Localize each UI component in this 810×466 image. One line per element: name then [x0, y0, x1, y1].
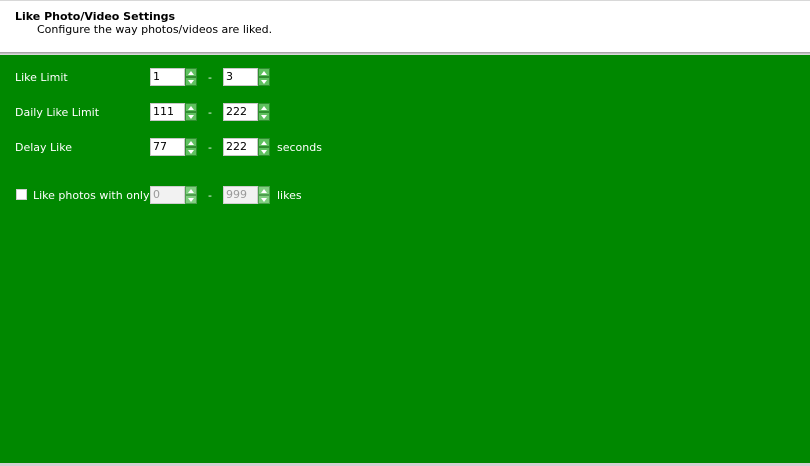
page-subtitle: Configure the way photos/videos are like…: [37, 23, 273, 36]
delay-like-unit: seconds: [277, 141, 322, 154]
like-photos-max-spinner: 999: [223, 186, 270, 204]
arrow-down-icon: [188, 114, 194, 119]
arrow-down-icon: [188, 149, 194, 154]
delay-like-min-input[interactable]: 77: [150, 138, 185, 156]
delay-like-max-input[interactable]: 222: [223, 138, 258, 156]
like-limit-max-up-button[interactable]: [258, 68, 270, 77]
delay-like-min-down-button[interactable]: [185, 147, 197, 156]
daily-like-limit-min-spinner: 111: [150, 103, 197, 121]
like-limit-max-input[interactable]: 3: [223, 68, 258, 86]
daily-like-limit-max-down-button[interactable]: [258, 112, 270, 121]
daily-like-limit-min-input[interactable]: 111: [150, 103, 185, 121]
arrow-up-icon: [188, 105, 194, 110]
like-photos-with-only-label[interactable]: Like photos with only: [33, 189, 149, 203]
daily-like-limit-max-spinner: 222: [223, 103, 270, 121]
delay-like-label: Delay Like: [15, 141, 72, 154]
delay-like-min-up-button[interactable]: [185, 138, 197, 147]
daily-like-limit-max-up-button[interactable]: [258, 103, 270, 112]
like-photos-separator: -: [208, 189, 212, 202]
arrow-up-icon: [261, 188, 267, 193]
settings-header: Like Photo/Video Settings Configure the …: [0, 0, 810, 52]
page-title: Like Photo/Video Settings: [15, 10, 176, 23]
arrow-up-icon: [261, 105, 267, 110]
arrow-down-icon: [261, 149, 267, 154]
like-photos-unit: likes: [277, 189, 302, 202]
daily-like-limit-min-up-button[interactable]: [185, 103, 197, 112]
like-photos-min-down-button[interactable]: [185, 195, 197, 204]
like-photos-max-down-button[interactable]: [258, 195, 270, 204]
delay-like-separator: -: [208, 141, 212, 154]
like-limit-min-down-button[interactable]: [185, 77, 197, 86]
arrow-up-icon: [188, 188, 194, 193]
like-limit-min-up-button[interactable]: [185, 68, 197, 77]
like-photos-max-input[interactable]: 999: [223, 186, 258, 204]
daily-like-limit-max-input[interactable]: 222: [223, 103, 258, 121]
arrow-up-icon: [188, 140, 194, 145]
like-limit-min-input[interactable]: 1: [150, 68, 185, 86]
daily-like-limit-min-down-button[interactable]: [185, 112, 197, 121]
like-photos-with-only-checkbox[interactable]: [16, 189, 27, 200]
like-photos-max-up-button[interactable]: [258, 186, 270, 195]
like-limit-max-down-button[interactable]: [258, 77, 270, 86]
arrow-down-icon: [188, 79, 194, 84]
like-photos-min-input[interactable]: 0: [150, 186, 185, 204]
daily-like-limit-separator: -: [208, 106, 212, 119]
settings-panel: Like Limit 1 - 3 Daily Like Limit 111 - …: [0, 55, 810, 463]
delay-like-min-spinner: 77: [150, 138, 197, 156]
like-limit-label: Like Limit: [15, 71, 68, 84]
arrow-down-icon: [261, 79, 267, 84]
arrow-down-icon: [261, 114, 267, 119]
delay-like-max-spinner: 222: [223, 138, 270, 156]
arrow-up-icon: [261, 140, 267, 145]
delay-like-max-up-button[interactable]: [258, 138, 270, 147]
like-limit-min-spinner: 1: [150, 68, 197, 86]
daily-like-limit-label: Daily Like Limit: [15, 106, 100, 119]
arrow-down-icon: [261, 197, 267, 202]
arrow-up-icon: [188, 70, 194, 75]
delay-like-max-down-button[interactable]: [258, 147, 270, 156]
arrow-up-icon: [261, 70, 267, 75]
like-photos-min-spinner: 0: [150, 186, 197, 204]
like-photos-min-up-button[interactable]: [185, 186, 197, 195]
arrow-down-icon: [188, 197, 194, 202]
like-limit-separator: -: [208, 71, 212, 84]
like-limit-max-spinner: 3: [223, 68, 270, 86]
